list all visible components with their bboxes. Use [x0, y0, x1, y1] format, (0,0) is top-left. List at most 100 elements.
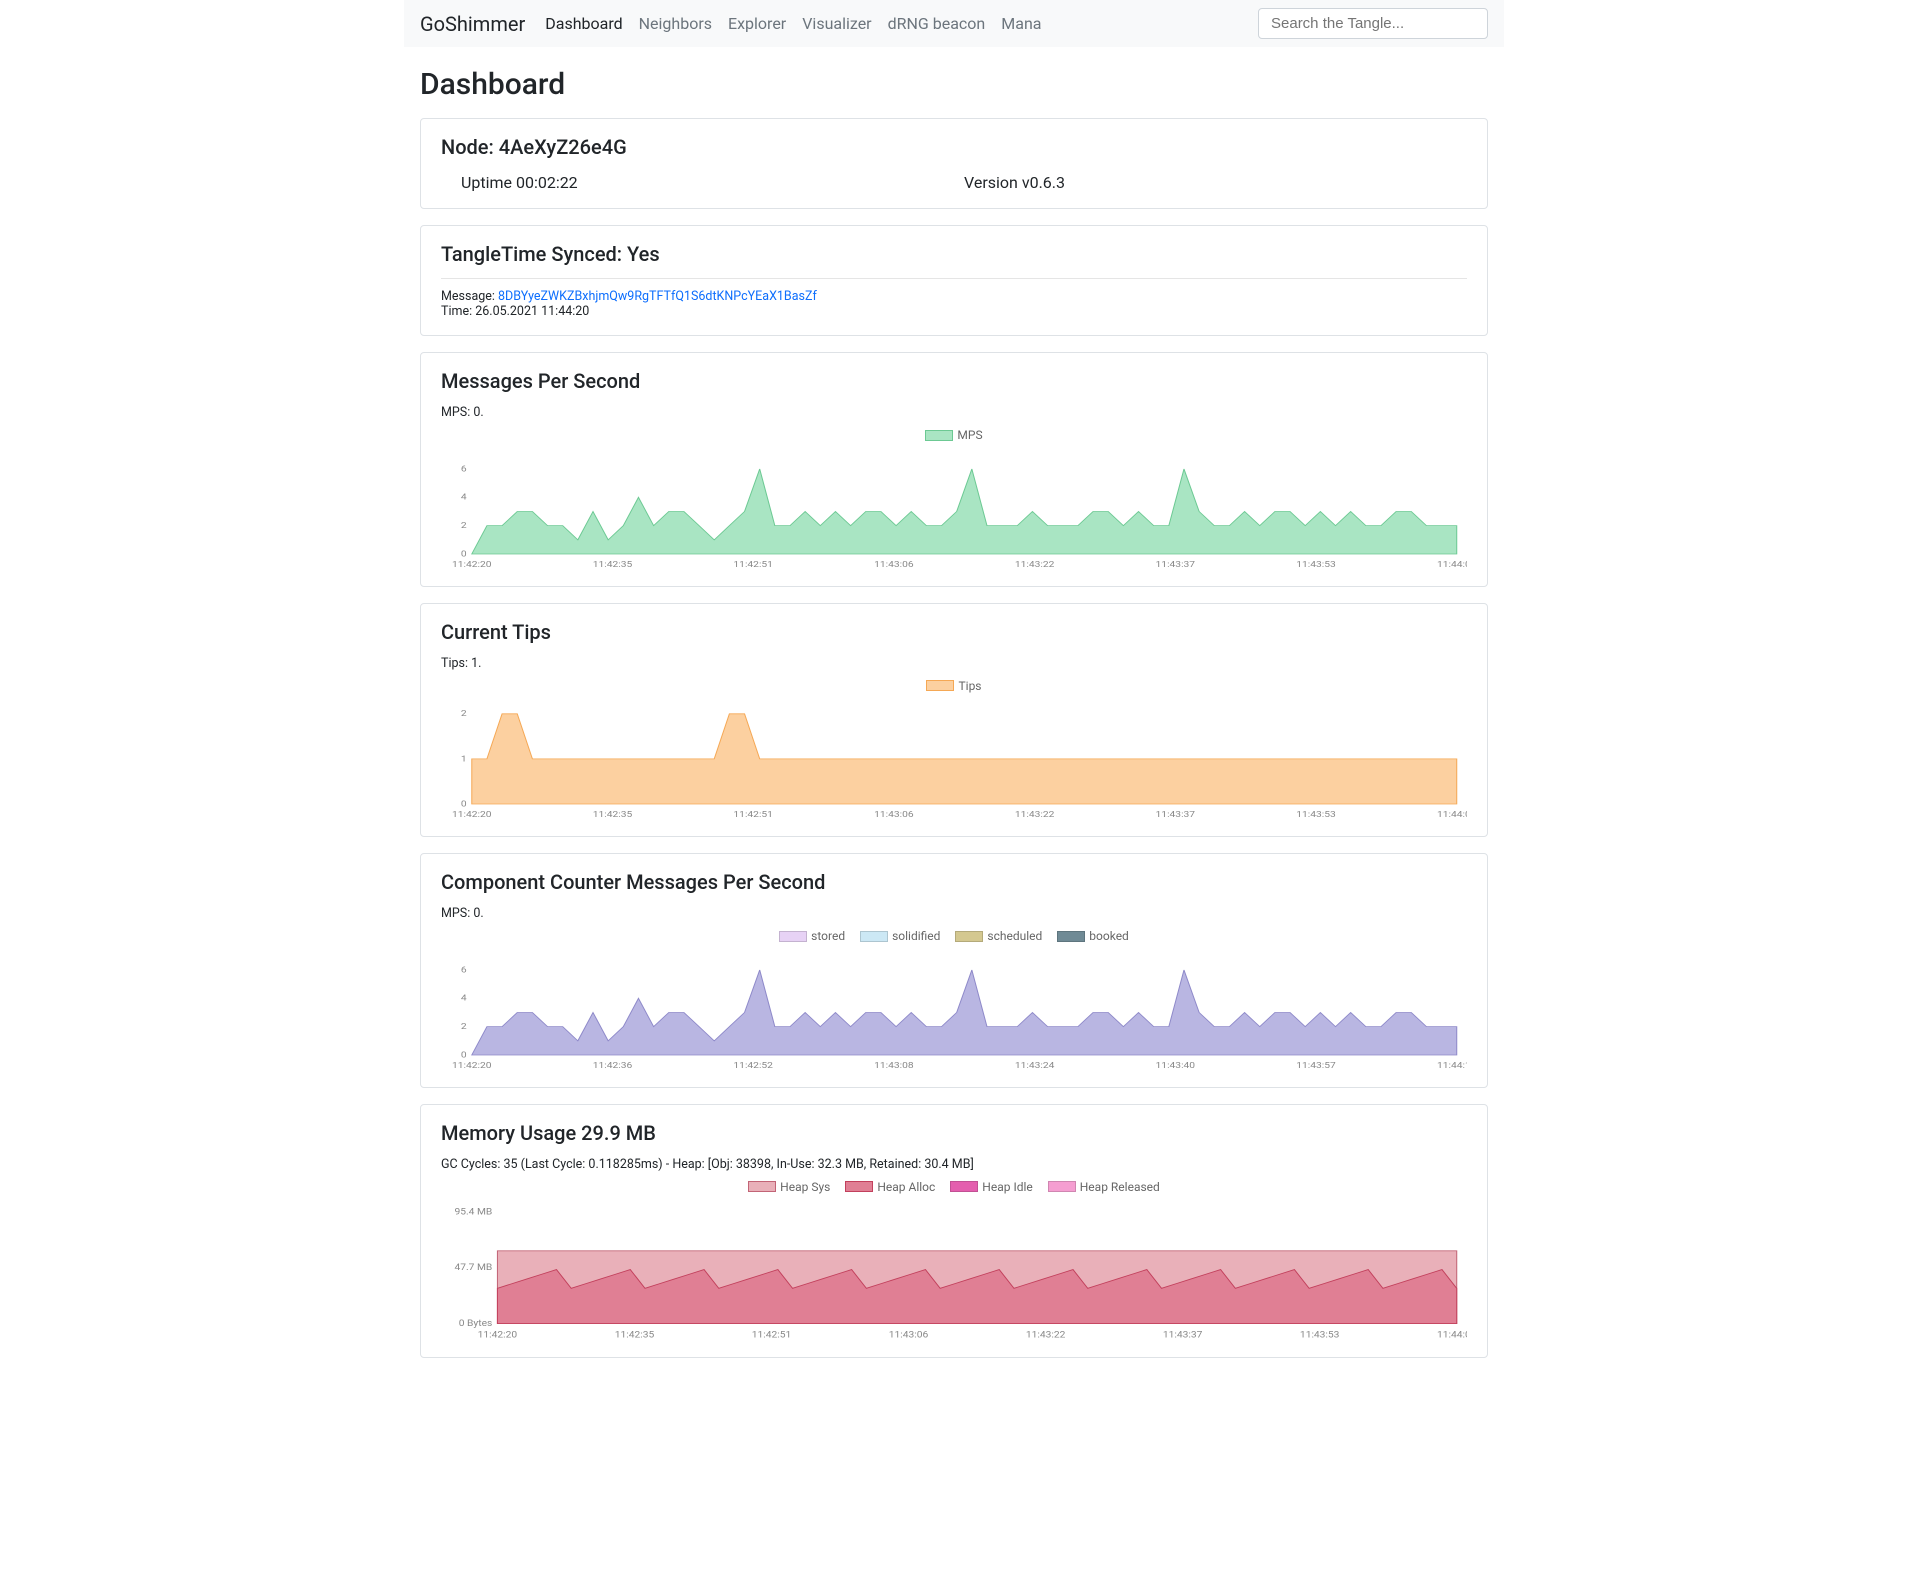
uptime-value: 00:02:22 [516, 173, 578, 192]
svg-text:11:43:08: 11:43:08 [874, 1060, 914, 1070]
component-title: Component Counter Messages Per Second [441, 870, 1467, 894]
component-card: Component Counter Messages Per Second MP… [420, 853, 1488, 1088]
svg-text:11:43:57: 11:43:57 [1296, 1060, 1336, 1070]
version-label: Version [964, 173, 1022, 192]
search-input[interactable] [1258, 8, 1488, 39]
legend-stored: stored [811, 929, 845, 943]
brand[interactable]: GoShimmer [420, 12, 525, 36]
memory-card: Memory Usage 29.9 MB GC Cycles: 35 (Last… [420, 1104, 1488, 1359]
nav-drng[interactable]: dRNG beacon [888, 14, 986, 33]
legend-heap-idle: Heap Idle [982, 1180, 1032, 1194]
legend-solidified: solidified [892, 929, 940, 943]
mps-legend: MPS [441, 428, 1467, 444]
page-title: Dashboard [420, 67, 1488, 102]
svg-text:1: 1 [461, 754, 467, 764]
nav-explorer[interactable]: Explorer [728, 14, 786, 33]
svg-text:11:43:06: 11:43:06 [889, 1330, 928, 1340]
legend-booked: booked [1089, 929, 1129, 943]
node-title: Node: 4AeXyZ26e4G [441, 135, 1467, 159]
sync-title: TangleTime Synced: Yes [441, 242, 1467, 266]
node-id: 4AeXyZ26e4G [499, 135, 627, 159]
mps-subtitle: MPS: 0. [441, 405, 1467, 420]
svg-text:11:43:40: 11:43:40 [1156, 1060, 1196, 1070]
svg-text:95.4 MB: 95.4 MB [454, 1207, 492, 1217]
svg-text:0: 0 [461, 549, 467, 559]
sync-message-label: Message: [441, 289, 498, 304]
svg-text:11:42:52: 11:42:52 [733, 1060, 773, 1070]
component-legend: stored solidified scheduled booked [441, 929, 1467, 945]
svg-text:11:44:09: 11:44:09 [1437, 1330, 1467, 1340]
svg-text:11:43:06: 11:43:06 [874, 810, 914, 820]
mps-title: Messages Per Second [441, 369, 1467, 393]
svg-text:11:44:09: 11:44:09 [1437, 559, 1467, 569]
svg-text:11:43:22: 11:43:22 [1026, 1330, 1065, 1340]
legend-scheduled: scheduled [987, 929, 1042, 943]
svg-text:11:42:20: 11:42:20 [478, 1330, 517, 1340]
nav-neighbors[interactable]: Neighbors [639, 14, 712, 33]
sync-time-label: Time: [441, 304, 475, 319]
legend-heap-released: Heap Released [1080, 1180, 1160, 1194]
svg-text:0: 0 [461, 799, 467, 809]
svg-text:2: 2 [461, 709, 467, 719]
svg-text:11:42:51: 11:42:51 [733, 810, 773, 820]
uptime-label: Uptime [461, 173, 516, 192]
memory-chart: 0 Bytes47.7 MB95.4 MB11:42:2011:42:3511:… [441, 1201, 1467, 1341]
memory-title: Memory Usage 29.9 MB [441, 1121, 1467, 1145]
svg-text:11:42:51: 11:42:51 [733, 559, 773, 569]
mps-card: Messages Per Second MPS: 0. MPS 0 2 4 6 11:4… [420, 352, 1488, 587]
svg-text:11:43:24: 11:43:24 [1015, 1060, 1055, 1070]
svg-text:2: 2 [461, 1022, 467, 1032]
svg-text:4: 4 [461, 492, 467, 502]
svg-text:11:43:37: 11:43:37 [1156, 559, 1196, 569]
svg-text:11:43:22: 11:43:22 [1015, 810, 1055, 820]
svg-text:0: 0 [461, 1050, 467, 1060]
memory-subtitle: GC Cycles: 35 (Last Cycle: 0.118285ms) -… [441, 1157, 1467, 1172]
mps-legend-label: MPS [957, 428, 982, 442]
nav-visualizer[interactable]: Visualizer [802, 14, 871, 33]
mps-chart: 024611:42:2011:42:3511:42:5111:43:0611:4… [441, 450, 1467, 570]
svg-text:11:43:37: 11:43:37 [1156, 810, 1196, 820]
svg-text:11:42:20: 11:42:20 [452, 559, 492, 569]
svg-text:4: 4 [461, 993, 467, 1003]
svg-text:11:44:13: 11:44:13 [1437, 1060, 1467, 1070]
memory-value: 29.9 MB [581, 1121, 656, 1145]
sync-time-row: Time: 26.05.2021 11:44:20 [441, 304, 1467, 319]
svg-text:6: 6 [461, 464, 467, 474]
component-chart: 0 2 4 6 11:42:20 11:42:36 11:42:52 11:43:08 11:4… [441, 951, 1467, 1071]
nav-mana[interactable]: Mana [1001, 14, 1041, 33]
sync-title-prefix: TangleTime Synced: [441, 242, 627, 266]
main-container: Dashboard Node: 4AeXyZ26e4G Uptime 00:02… [404, 47, 1504, 1394]
svg-text:11:43:53: 11:43:53 [1296, 810, 1336, 820]
memory-legend: Heap Sys Heap Alloc Heap Idle Heap Relea… [441, 1180, 1467, 1196]
sync-message-link[interactable]: 8DBYyeZWKZBxhjmQw9RgTFTfQ1S6dtKNPcYEaX1B… [498, 289, 817, 304]
svg-text:0 Bytes: 0 Bytes [459, 1319, 493, 1329]
svg-text:11:43:53: 11:43:53 [1300, 1330, 1339, 1340]
tips-card: Current Tips Tips: 1. Tips 0 1 2 11:42:20 11… [420, 603, 1488, 838]
svg-text:2: 2 [461, 521, 467, 531]
svg-text:11:42:20: 11:42:20 [452, 1060, 492, 1070]
nav-links: Dashboard Neighbors Explorer Visualizer … [545, 14, 1258, 33]
tips-subtitle: Tips: 1. [441, 656, 1467, 671]
svg-text:6: 6 [461, 965, 467, 975]
sync-status: Yes [627, 242, 660, 266]
svg-text:11:42:36: 11:42:36 [593, 1060, 633, 1070]
nav-dashboard[interactable]: Dashboard [545, 14, 622, 33]
svg-text:11:42:20: 11:42:20 [452, 810, 492, 820]
component-subtitle: MPS: 0. [441, 906, 1467, 921]
sync-card: TangleTime Synced: Yes Message: 8DBYyeZW… [420, 225, 1488, 336]
tips-legend: Tips [441, 679, 1467, 695]
version-value: v0.6.3 [1022, 173, 1065, 192]
sync-message-row: Message: 8DBYyeZWKZBxhjmQw9RgTFTfQ1S6dtK… [441, 289, 1467, 304]
node-card: Node: 4AeXyZ26e4G Uptime 00:02:22 Versio… [420, 118, 1488, 209]
svg-text:11:43:37: 11:43:37 [1163, 1330, 1202, 1340]
svg-text:11:42:35: 11:42:35 [593, 810, 633, 820]
svg-text:11:44:09: 11:44:09 [1437, 810, 1467, 820]
svg-text:11:42:51: 11:42:51 [752, 1330, 791, 1340]
legend-heap-sys: Heap Sys [780, 1180, 830, 1194]
svg-text:11:43:53: 11:43:53 [1296, 559, 1336, 569]
svg-text:11:43:22: 11:43:22 [1015, 559, 1055, 569]
tips-chart: 0 1 2 11:42:20 11:42:35 11:42:51 11:43:06 11:43… [441, 700, 1467, 820]
sync-time-value: 26.05.2021 11:44:20 [475, 304, 589, 319]
svg-text:11:42:35: 11:42:35 [615, 1330, 654, 1340]
tips-title: Current Tips [441, 620, 1467, 644]
